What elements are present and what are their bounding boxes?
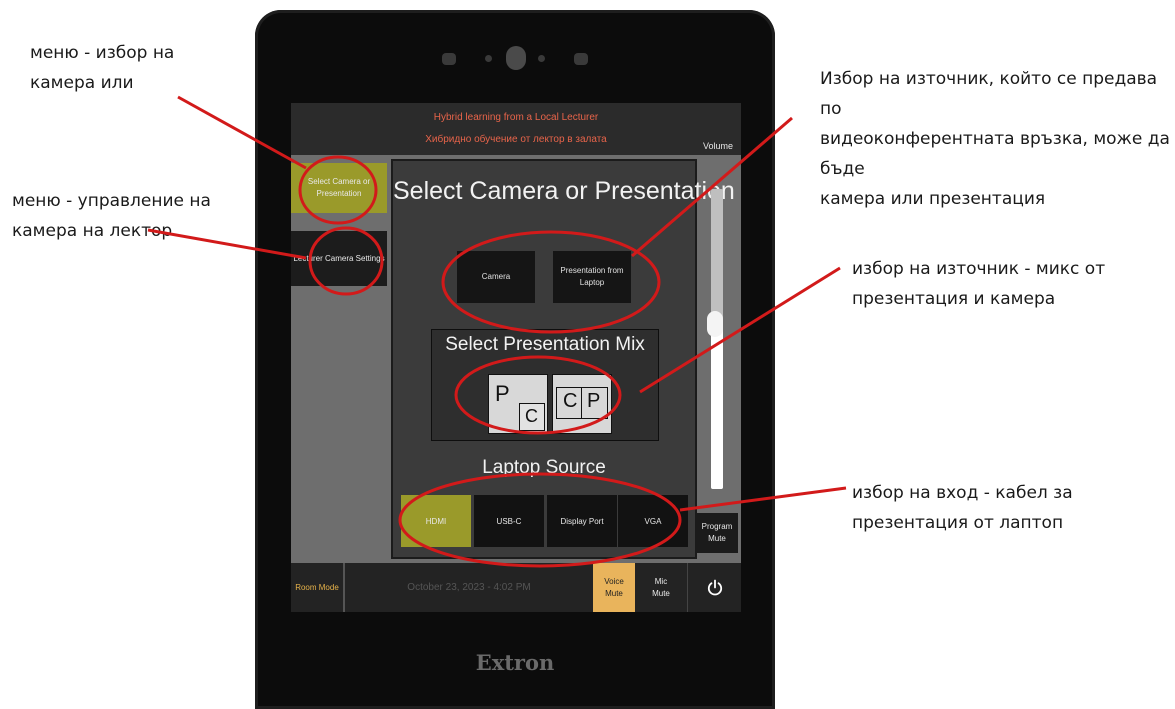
mix-right-label: P (587, 390, 601, 412)
laptop-source-title: Laptop Source (482, 457, 606, 478)
input-vga-button[interactable]: VGA (618, 495, 688, 547)
volume-slider-handle[interactable] (707, 311, 723, 337)
sensor-dot (574, 53, 588, 65)
program-mute-button[interactable]: Program Mute (696, 513, 738, 553)
input-displayport-button[interactable]: Display Port (547, 495, 617, 547)
annotation-menu-lecturer: меню - управление на камера на лектор (12, 191, 211, 241)
sensor-dot (442, 53, 456, 65)
power-button[interactable] (687, 563, 742, 612)
footer-bar: Room Mode October 23, 2023 - 4:02 PM Voi… (291, 563, 741, 612)
annotation-menu-camera: меню - избор на камера или (30, 43, 175, 93)
mix-split-frame: C P (556, 387, 608, 419)
screen-header: Hybrid learning from a Local Lecturer Хи… (291, 103, 741, 155)
header-title-bg: Хибридно обучение от лектор в залата (425, 134, 607, 145)
annotation-input-select: избор на вход - кабел за презентация от … (852, 483, 1073, 533)
mix-inset-box: C (519, 403, 545, 431)
sidebar-item-select-camera[interactable]: Select Camera or Presentation (291, 163, 387, 213)
mix-title: Select Presentation Mix (445, 334, 645, 355)
presentation-mix-group: Select Presentation Mix P C C P (431, 329, 659, 441)
sidebar-item-lecturer-camera[interactable]: Lecturer Camera Settings (291, 231, 387, 286)
mix-pip-button[interactable]: P C (488, 374, 548, 434)
brand-logo: Extron (475, 650, 555, 675)
volume-fill (711, 324, 723, 489)
camera-source-button[interactable]: Camera (457, 251, 535, 303)
annotation-mix-select: избор на източник - микс от презентация … (852, 259, 1106, 309)
room-mode-button[interactable]: Room Mode (291, 563, 345, 612)
sensor-dot (538, 55, 545, 62)
mix-main-label: P (495, 381, 510, 406)
input-usbc-button[interactable]: USB-C (474, 495, 544, 547)
mix-inset-label: C (525, 406, 538, 426)
mix-side-by-side-button[interactable]: C P (552, 374, 612, 434)
volume-slider[interactable] (711, 189, 723, 489)
voice-mute-button[interactable]: Voice Mute (593, 563, 635, 612)
power-icon (707, 579, 723, 595)
mix-left-label: C (563, 390, 578, 412)
header-title-en: Hybrid learning from a Local Lecturer (433, 112, 599, 123)
page-title: Select Camera or Presentation (393, 177, 735, 205)
sensor-dot (485, 55, 492, 62)
touch-screen: Hybrid learning from a Local Lecturer Хи… (291, 103, 741, 612)
presentation-source-button[interactable]: Presentation from Laptop (553, 251, 631, 303)
datetime-display: October 23, 2023 - 4:02 PM (407, 581, 531, 593)
annotation-source-select: Избор на източник, който се предава по в… (820, 69, 1170, 209)
mix-divider (581, 388, 582, 418)
input-hdmi-button[interactable]: HDMI (401, 495, 471, 547)
volume-label: Volume (702, 141, 734, 151)
mic-mute-button[interactable]: Mic Mute (639, 563, 683, 612)
camera-lens (506, 46, 526, 70)
